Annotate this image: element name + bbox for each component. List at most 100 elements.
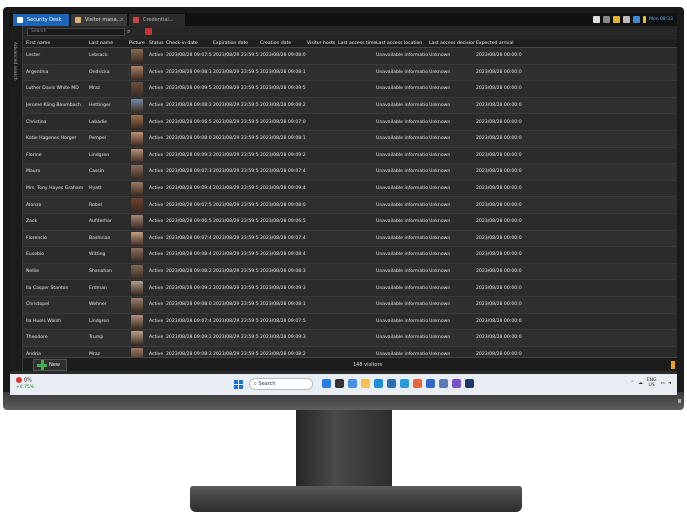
start-button[interactable] xyxy=(234,380,243,389)
language-indicator[interactable]: ENG US xyxy=(647,378,657,388)
windows-taskbar: 0% +0.75% ⌕ Search ⌃ ☁ ENG US ▭ ◂ xyxy=(10,374,677,395)
column-header[interactable]: Last access location xyxy=(376,39,428,47)
display-icon[interactable]: ▭ xyxy=(660,381,664,386)
alert-icon[interactable] xyxy=(613,16,621,23)
table-cell: Unavailable information xyxy=(376,335,428,341)
tab-label: Credential... xyxy=(143,17,174,23)
table-cell: Unavailable information xyxy=(376,302,428,308)
cloud-icon[interactable]: ☁ xyxy=(638,381,643,386)
visitor-photo xyxy=(131,49,143,63)
column-header[interactable]: Last name xyxy=(89,39,119,47)
table-cell: Alonzo xyxy=(26,202,42,208)
search-input[interactable]: Search xyxy=(27,28,125,36)
column-header[interactable]: Status xyxy=(149,39,165,47)
column-header[interactable]: Last access time xyxy=(338,39,376,47)
visitor-photo xyxy=(131,297,143,312)
speaker-icon[interactable]: ◂ xyxy=(669,381,671,386)
table-cell: 2023/08/28 00:00:00 xyxy=(476,302,522,308)
task-view-icon[interactable] xyxy=(335,379,344,388)
app-icon[interactable] xyxy=(413,379,422,388)
table-row[interactable]: Lester Lebsack Active 2023/08/28 09:07:56 20… xyxy=(23,48,677,65)
tab-credentials[interactable]: Credential... xyxy=(129,14,185,26)
chevron-up-icon[interactable]: ⌃ xyxy=(630,381,634,386)
table-row[interactable]: Christina Labadie Active 2023/08/28 09:06:5… xyxy=(23,114,677,131)
table-cell: Unavailable information xyxy=(376,285,428,291)
calendar-icon[interactable] xyxy=(426,379,435,388)
table-row[interactable]: Mrs. Tony Hayes Graham Hyatt Active 2023/08… xyxy=(23,181,677,198)
table-row[interactable]: Ila Huels Walsh Lindgren Active 2023/08/28 … xyxy=(23,314,677,331)
panel-toggle-icon[interactable] xyxy=(671,361,675,369)
column-header[interactable]: Last access decision xyxy=(429,39,475,47)
monitor-icon[interactable] xyxy=(603,16,611,23)
table-row[interactable]: Zack Aufderhar Active 2023/08/28 09:06:52 20… xyxy=(23,214,677,231)
search-icon[interactable]: ⌕ xyxy=(127,28,130,36)
store-icon[interactable] xyxy=(387,379,396,388)
globe-icon[interactable] xyxy=(633,16,641,23)
table-row[interactable]: Christopel Wehner Active 2023/08/28 09:08:0… xyxy=(23,296,677,314)
table-row[interactable]: Eusebio Witting Active 2023/08/28 09:08:40 2… xyxy=(23,247,677,264)
table-row[interactable]: Alonzo Robel Active 2023/08/28 09:07:57 2023… xyxy=(23,197,677,214)
table-cell: 2023/08/28 09:09:30 xyxy=(260,335,306,341)
settings-icon[interactable] xyxy=(593,16,601,23)
table-cell: Unknown xyxy=(429,119,451,125)
tab-security-desk[interactable]: Security Desk xyxy=(13,14,69,26)
table-row[interactable]: Luther Davis White MD Mraz Active 2023/08/2… xyxy=(23,81,677,98)
file-explorer-icon[interactable] xyxy=(361,379,370,388)
table-row[interactable]: Mauro Cassin Active 2023/08/28 09:07:38 2023… xyxy=(23,164,677,181)
advanced-search-label[interactable]: Advanced search xyxy=(12,42,17,81)
table-cell: 2023/08/28 09:08:45 xyxy=(260,252,306,258)
table-row[interactable]: Katie Hagenes Horger Pempel Active 2023/08/… xyxy=(23,130,677,148)
table-cell: Unavailable information xyxy=(376,86,428,92)
table-cell: Lindgren xyxy=(89,152,110,158)
column-header[interactable]: Expiration date xyxy=(213,39,259,47)
table-cell: 2023/08/29 23:59:59 xyxy=(213,69,259,75)
table-cell: 2023/08/28 00:00:00 xyxy=(476,53,522,59)
taskbar-search-input[interactable]: ⌕ Search xyxy=(249,378,313,390)
chat-icon[interactable] xyxy=(348,379,357,388)
table-row[interactable]: Nellie Shanahan Active 2023/08/28 09:08:28 2… xyxy=(23,263,677,281)
table-row[interactable]: Theodore Trump Active 2023/08/28 09:09:25 20… xyxy=(23,330,677,347)
table-row[interactable]: Argentina Ondricka Active 2023/08/28 09:08:… xyxy=(23,64,677,82)
table-cell: 2023/08/28 00:00:00 xyxy=(476,219,522,225)
table-cell: Active xyxy=(149,169,164,175)
tab-visitor-management[interactable]: Visitor mana... × xyxy=(71,14,127,26)
column-header[interactable]: Visitor hosts xyxy=(307,39,337,47)
table-row[interactable]: Florine Lindgren Active 2023/08/28 09:09:23… xyxy=(23,148,677,165)
table-cell: 2023/08/28 09:07:43 xyxy=(260,169,306,175)
table-cell: 2023/08/28 09:07:38 xyxy=(166,169,212,175)
left-rail: Advanced search xyxy=(10,26,23,371)
table-cell: 2023/08/28 09:08:10 xyxy=(260,302,306,308)
table-row[interactable]: Ila Casper Stanton Erdman Active 2023/08/28… xyxy=(23,280,677,297)
column-header[interactable]: Check-in date xyxy=(166,39,212,47)
table-cell: 2023/08/29 23:59:59 xyxy=(213,169,259,175)
table-cell: Unknown xyxy=(429,186,451,192)
table-row[interactable]: Florencio Bashirian Active 2023/08/28 09:07… xyxy=(23,230,677,248)
table-row[interactable]: Jerome Kling Baumbach Hettinger Active 2023… xyxy=(23,97,677,115)
app-icon[interactable] xyxy=(439,379,448,388)
column-header[interactable]: Creation date xyxy=(260,39,306,47)
table-cell: Mrs. Tony Hayes Graham xyxy=(26,186,84,192)
table-cell: Christopel xyxy=(26,302,50,308)
table-cell: Unavailable information xyxy=(376,53,428,59)
copilot-icon[interactable] xyxy=(322,379,331,388)
monitor-stand-base xyxy=(190,486,522,512)
table-cell: Mauro xyxy=(26,169,41,175)
edge-icon[interactable] xyxy=(374,379,383,388)
report-icon[interactable] xyxy=(145,28,152,35)
column-header[interactable]: Expected arrival xyxy=(476,39,522,47)
volume-icon[interactable] xyxy=(623,16,631,23)
notification-icon[interactable] xyxy=(643,16,647,23)
widgets-button[interactable]: 0% +0.75% xyxy=(16,377,34,390)
security-desk-icon[interactable] xyxy=(465,379,474,388)
new-visitor-button[interactable]: New xyxy=(33,359,67,371)
app-icon[interactable] xyxy=(400,379,409,388)
table-cell: 2023/08/29 23:59:59 xyxy=(213,235,259,241)
table-cell: Bashirian xyxy=(89,235,111,241)
close-icon[interactable]: × xyxy=(120,14,124,26)
visitor-photo xyxy=(131,181,143,196)
table-cell: Active xyxy=(149,186,164,192)
column-header[interactable]: First name xyxy=(26,39,86,47)
teams-icon[interactable] xyxy=(452,379,461,388)
column-header[interactable]: Picture xyxy=(129,39,147,47)
table-cell: Unavailable information xyxy=(376,103,428,109)
